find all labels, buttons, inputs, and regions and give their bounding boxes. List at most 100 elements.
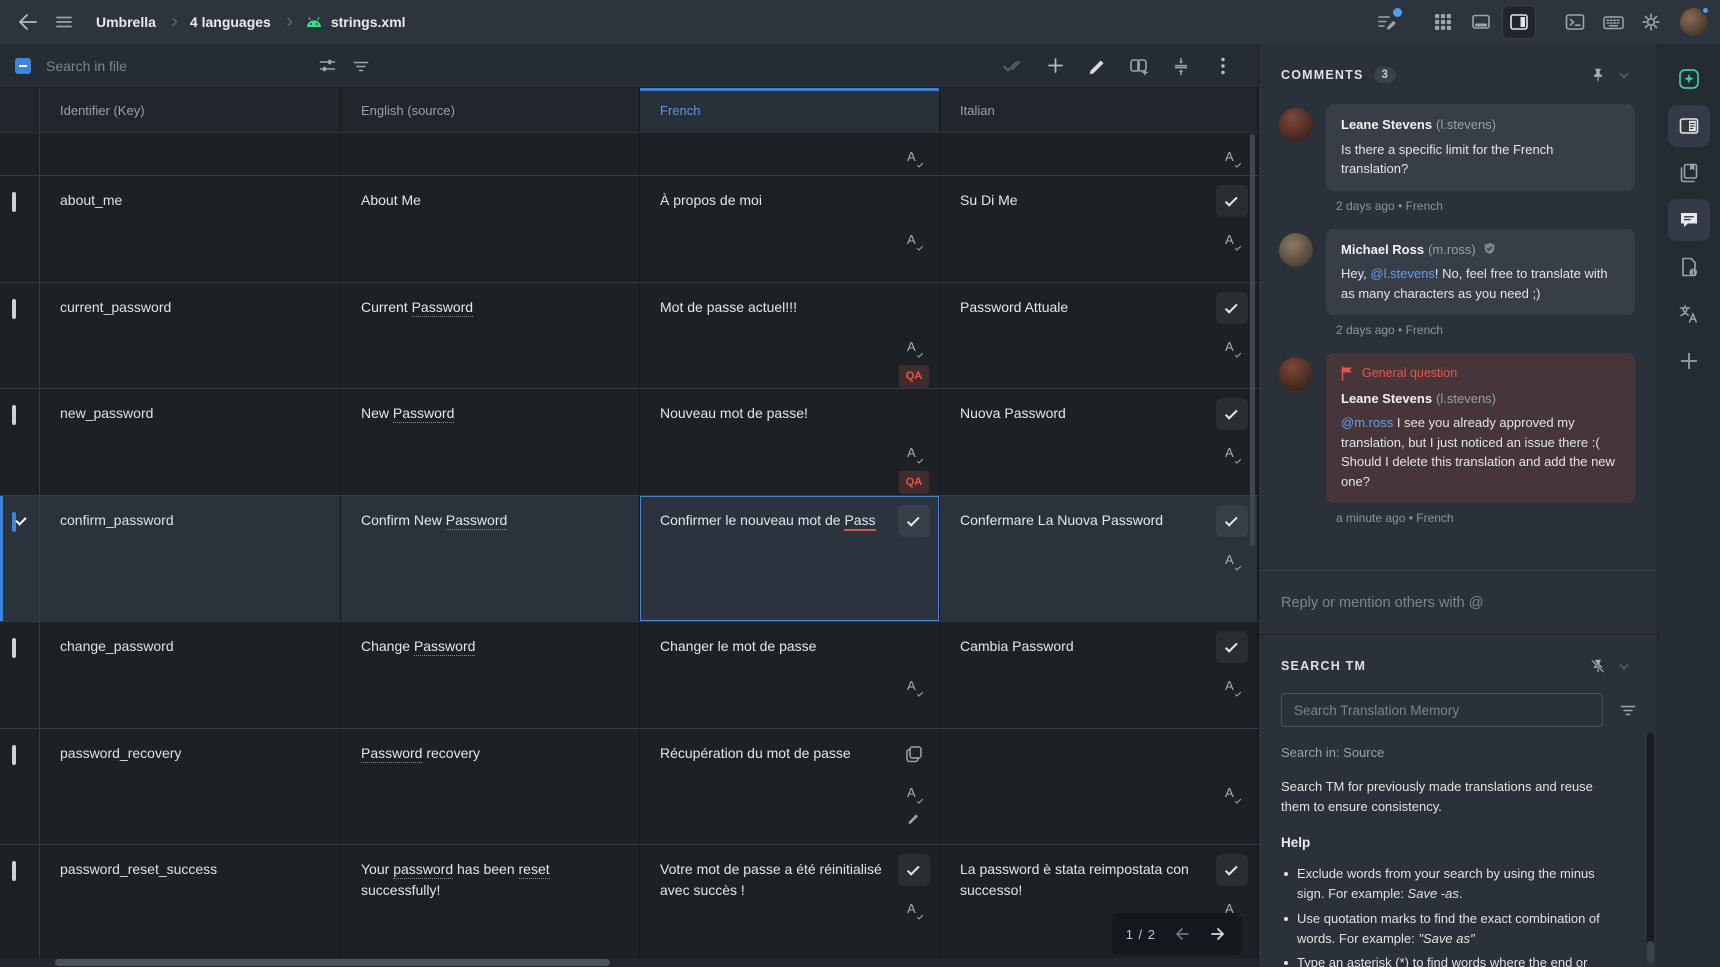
right-panel-button[interactable]	[1502, 5, 1536, 39]
french-cell[interactable]: Mot de passe actuel!!!AQA	[640, 283, 940, 388]
spellcheck-icon[interactable]: A	[903, 783, 925, 803]
prev-page-button[interactable]	[1172, 925, 1192, 943]
copy-icon[interactable]	[904, 744, 924, 764]
spellcheck-icon[interactable]: A	[903, 147, 925, 167]
approve-button[interactable]	[1216, 398, 1248, 430]
spellcheck-icon[interactable]: A	[1221, 147, 1243, 167]
breadcrumb-file[interactable]: strings.xml	[305, 14, 406, 30]
edit-button[interactable]	[1080, 49, 1114, 83]
column-header-italian[interactable]: Italian	[940, 88, 1258, 132]
french-cell[interactable]: À propos de moiA	[640, 176, 940, 282]
row-checkbox[interactable]	[12, 405, 16, 425]
collapse-rows-button[interactable]	[1164, 49, 1198, 83]
spellcheck-icon[interactable]: A	[1221, 230, 1243, 250]
source-cell[interactable]: Your password has been reset successfull…	[341, 845, 640, 966]
grid-view-button[interactable]	[1426, 5, 1460, 39]
french-cell[interactable]: Changer le mot de passeA	[640, 622, 940, 728]
tm-filter-button[interactable]	[1615, 697, 1641, 723]
key-cell[interactable]: password_recovery	[40, 729, 341, 844]
collapse-section-button[interactable]	[1611, 653, 1637, 679]
collapse-section-button[interactable]	[1611, 62, 1637, 88]
vertical-scrollbar-thumb[interactable]	[1250, 134, 1255, 546]
row-checkbox[interactable]	[12, 638, 16, 658]
key-cell[interactable]	[40, 133, 341, 175]
machine-translation-button[interactable]	[1668, 293, 1710, 335]
add-string-button[interactable]	[1038, 49, 1072, 83]
spellcheck-icon[interactable]: A	[903, 443, 925, 463]
table-row[interactable]: confirm_passwordConfirm New Password Conf…	[0, 496, 1258, 622]
horizontal-scrollbar[interactable]	[0, 958, 1258, 967]
table-row[interactable]: new_passwordNew PasswordNouveau mot de p…	[0, 389, 1258, 496]
approve-button[interactable]	[1216, 854, 1248, 886]
comment-bubble[interactable]: Leane Stevens(l.stevens)Is there a speci…	[1326, 104, 1635, 191]
table-row[interactable]: change_passwordChange PasswordChanger le…	[0, 622, 1258, 729]
add-panel-button[interactable]	[1668, 340, 1710, 382]
comment-bubble[interactable]: Michael Ross(m.ross)Hey, @l.stevens! No,…	[1326, 229, 1635, 316]
column-header-english[interactable]: English (source)	[341, 88, 640, 132]
tm-scrollbar-thumb[interactable]	[1647, 733, 1654, 945]
table-row[interactable]: AA	[0, 133, 1258, 176]
column-header-french[interactable]: French	[640, 88, 940, 132]
key-cell[interactable]: new_password	[40, 389, 341, 495]
unpin-panel-button[interactable]	[1585, 653, 1611, 679]
mention-link[interactable]: @l.stevens	[1370, 266, 1435, 281]
spellcheck-icon[interactable]: A	[903, 899, 925, 919]
reply-input[interactable]	[1281, 595, 1635, 611]
source-cell[interactable]: Current Password	[341, 283, 640, 388]
italian-cell[interactable]: Confermare La Nuova PasswordA	[940, 496, 1258, 621]
display-options-button[interactable]	[310, 49, 344, 83]
pin-panel-button[interactable]	[1585, 62, 1611, 88]
approve-button[interactable]	[1216, 505, 1248, 537]
spellcheck-icon[interactable]: A	[903, 230, 925, 250]
shortcuts-button[interactable]	[1596, 5, 1630, 39]
spellcheck-icon[interactable]: A	[1221, 783, 1243, 803]
settings-button[interactable]	[1634, 5, 1668, 39]
key-cell[interactable]: password_reset_success	[40, 845, 341, 966]
spellcheck-icon[interactable]: A	[1221, 676, 1243, 696]
italian-cell[interactable]: A	[940, 133, 1258, 175]
approve-button[interactable]	[1216, 292, 1248, 324]
select-all-checkbox[interactable]	[15, 58, 31, 74]
context-info-button[interactable]	[1668, 246, 1710, 288]
tasks-button[interactable]	[1370, 5, 1404, 39]
approve-all-button[interactable]	[996, 49, 1030, 83]
table-row[interactable]: password_recoveryPassword recoveryRécupé…	[0, 729, 1258, 845]
comment-author[interactable]: Leane Stevens	[1341, 115, 1432, 135]
italian-cell[interactable]: Password AttualeA	[940, 283, 1258, 388]
more-options-button[interactable]	[1206, 49, 1240, 83]
mention-link[interactable]: @m.ross	[1341, 415, 1393, 430]
ai-assistant-button[interactable]	[1668, 58, 1710, 100]
editor-panel-button[interactable]	[1668, 105, 1710, 147]
console-button[interactable]	[1558, 5, 1592, 39]
back-button[interactable]	[10, 4, 46, 40]
french-cell[interactable]: A	[640, 133, 940, 175]
source-cell[interactable]	[341, 133, 640, 175]
french-cell[interactable]: Votre mot de passe a été réinitialisé av…	[640, 845, 940, 966]
approve-button[interactable]	[1216, 631, 1248, 663]
horizontal-scrollbar-thumb[interactable]	[55, 959, 610, 966]
qa-issue-badge[interactable]: QA	[899, 365, 930, 388]
approve-button[interactable]	[898, 505, 930, 537]
source-cell[interactable]: Confirm New Password	[341, 496, 640, 621]
spellcheck-icon[interactable]: A	[903, 337, 925, 357]
key-cell[interactable]: about_me	[40, 176, 341, 282]
comment-author[interactable]: Michael Ross	[1341, 240, 1424, 260]
spellcheck-icon[interactable]: A	[1221, 550, 1243, 570]
french-cell[interactable]: Nouveau mot de passe!AQA	[640, 389, 940, 495]
breadcrumb-project[interactable]: Umbrella	[96, 14, 156, 30]
french-cell[interactable]: Récupération du mot de passeA	[640, 729, 940, 844]
user-avatar[interactable]	[1680, 8, 1708, 36]
italian-cell[interactable]: A	[940, 729, 1258, 844]
table-row[interactable]: about_meAbout MeÀ propos de moiASu Di Me…	[0, 176, 1258, 283]
tm-search-input[interactable]	[1281, 693, 1603, 727]
italian-cell[interactable]: Cambia PasswordA	[940, 622, 1258, 728]
key-cell[interactable]: confirm_password	[40, 496, 341, 621]
source-cell[interactable]: About Me	[341, 176, 640, 282]
source-cell[interactable]: Password recovery	[341, 729, 640, 844]
spellcheck-icon[interactable]: A	[903, 676, 925, 696]
italian-cell[interactable]: Nuova PasswordA	[940, 389, 1258, 495]
source-cell[interactable]: Change Password	[341, 622, 640, 728]
comments-panel-button[interactable]	[1668, 199, 1710, 241]
next-page-button[interactable]	[1208, 925, 1228, 943]
column-header-key[interactable]: Identifier (Key)	[40, 88, 341, 132]
